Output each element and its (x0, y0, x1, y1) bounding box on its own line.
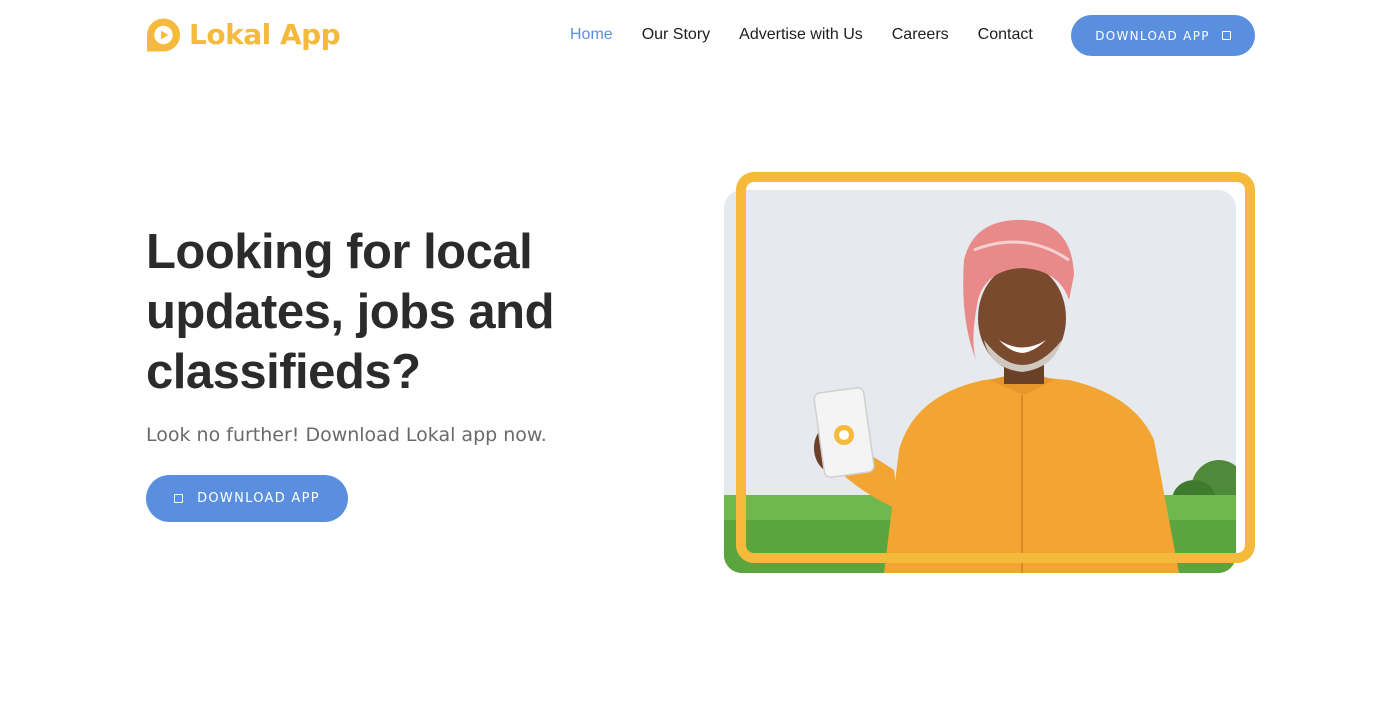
logo-link[interactable]: Lokal App (146, 17, 341, 53)
hero-download-button[interactable]: DOWNLOAD APP (146, 475, 348, 522)
header-download-button[interactable]: DOWNLOAD APP (1071, 15, 1255, 56)
hero-download-label: DOWNLOAD APP (197, 491, 320, 506)
nav-advertise[interactable]: Advertise with Us (739, 24, 863, 46)
header-download-label: DOWNLOAD APP (1095, 28, 1210, 43)
nav-contact[interactable]: Contact (978, 24, 1033, 46)
hero-subtext: Look no further! Download Lokal app now. (146, 424, 547, 446)
farmer-holding-phone-photo (724, 190, 1236, 573)
nav-our-story[interactable]: Our Story (642, 24, 710, 46)
site-header: Lokal App Home Our Story Advertise with … (0, 0, 1400, 72)
farmer-illustration (724, 190, 1236, 573)
main-nav: Home Our Story Advertise with Us Careers… (570, 24, 1062, 46)
square-icon (1221, 31, 1231, 40)
hero-headline: Looking for local updates, jobs and clas… (146, 225, 555, 399)
play-bubble-icon (146, 18, 181, 52)
nav-home[interactable]: Home (570, 24, 613, 46)
square-icon (174, 494, 184, 503)
nav-careers[interactable]: Careers (892, 24, 949, 46)
brand-name: Lokal App (189, 18, 341, 51)
